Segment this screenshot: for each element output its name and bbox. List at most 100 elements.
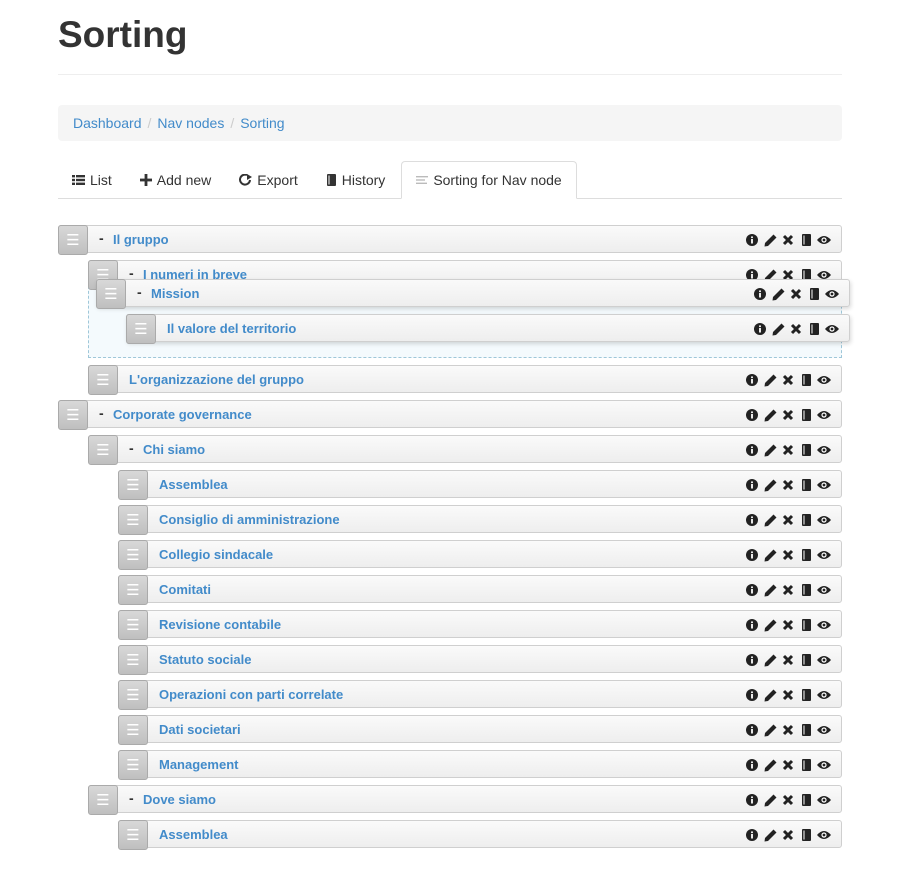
book-icon[interactable] — [799, 723, 813, 737]
edit-icon[interactable] — [763, 583, 777, 597]
edit-icon[interactable] — [771, 287, 785, 301]
info-icon[interactable] — [745, 443, 759, 457]
info-icon[interactable] — [745, 373, 759, 387]
delete-icon[interactable] — [781, 583, 795, 597]
book-icon[interactable] — [799, 793, 813, 807]
eye-icon[interactable] — [817, 723, 831, 737]
tab-list[interactable]: List — [58, 161, 126, 198]
edit-icon[interactable] — [763, 828, 777, 842]
tree-node-label[interactable]: L'organizzazione del gruppo — [129, 372, 304, 387]
drag-handle-icon[interactable]: ☰ — [118, 680, 148, 710]
delete-icon[interactable] — [781, 618, 795, 632]
eye-icon[interactable] — [825, 322, 839, 336]
breadcrumb-sorting[interactable]: Sorting — [240, 115, 284, 131]
eye-icon[interactable] — [817, 828, 831, 842]
tree-node[interactable]: ☰ Collegio sindacale — [118, 540, 842, 570]
edit-icon[interactable] — [763, 723, 777, 737]
book-icon[interactable] — [799, 443, 813, 457]
info-icon[interactable] — [745, 828, 759, 842]
eye-icon[interactable] — [817, 758, 831, 772]
eye-icon[interactable] — [817, 478, 831, 492]
edit-icon[interactable] — [763, 478, 777, 492]
edit-icon[interactable] — [763, 513, 777, 527]
info-icon[interactable] — [745, 408, 759, 422]
eye-icon[interactable] — [817, 653, 831, 667]
book-icon[interactable] — [807, 287, 821, 301]
drag-handle-icon[interactable]: ☰ — [126, 314, 156, 344]
tree-node[interactable]: ☰ Il valore del territorio — [126, 314, 850, 344]
delete-icon[interactable] — [781, 443, 795, 457]
delete-icon[interactable] — [781, 758, 795, 772]
edit-icon[interactable] — [763, 373, 777, 387]
delete-icon[interactable] — [781, 653, 795, 667]
book-icon[interactable] — [799, 688, 813, 702]
tree-node-label[interactable]: Operazioni con parti correlate — [159, 687, 343, 702]
delete-icon[interactable] — [781, 688, 795, 702]
tree-node[interactable]: ☰ - Mission — [96, 279, 850, 309]
drag-handle-icon[interactable]: ☰ — [118, 715, 148, 745]
edit-icon[interactable] — [763, 688, 777, 702]
book-icon[interactable] — [807, 322, 821, 336]
delete-icon[interactable] — [781, 408, 795, 422]
book-icon[interactable] — [799, 233, 813, 247]
edit-icon[interactable] — [763, 443, 777, 457]
edit-icon[interactable] — [771, 322, 785, 336]
info-icon[interactable] — [753, 287, 767, 301]
info-icon[interactable] — [745, 513, 759, 527]
edit-icon[interactable] — [763, 233, 777, 247]
info-icon[interactable] — [745, 233, 759, 247]
breadcrumb-dashboard[interactable]: Dashboard — [73, 115, 142, 131]
tree-node-label[interactable]: Chi siamo — [143, 442, 205, 457]
eye-icon[interactable] — [817, 793, 831, 807]
tree-node-label[interactable]: Corporate governance — [113, 407, 252, 422]
book-icon[interactable] — [799, 548, 813, 562]
tree-node[interactable]: ☰ Assemblea — [118, 820, 842, 850]
delete-icon[interactable] — [781, 513, 795, 527]
tree-node-label[interactable]: Mission — [151, 286, 199, 301]
edit-icon[interactable] — [763, 618, 777, 632]
tree-node-label[interactable]: Statuto sociale — [159, 652, 251, 667]
tree-node[interactable]: ☰ Operazioni con parti correlate — [118, 680, 842, 710]
info-icon[interactable] — [745, 758, 759, 772]
tree-node-label[interactable]: Consiglio di amministrazione — [159, 512, 340, 527]
book-icon[interactable] — [799, 373, 813, 387]
tree-node-label[interactable]: Il valore del territorio — [167, 321, 296, 336]
edit-icon[interactable] — [763, 653, 777, 667]
tree-node-label[interactable]: Il gruppo — [113, 232, 169, 247]
collapse-toggle[interactable]: - — [129, 440, 134, 456]
info-icon[interactable] — [745, 548, 759, 562]
delete-icon[interactable] — [781, 478, 795, 492]
eye-icon[interactable] — [817, 233, 831, 247]
collapse-toggle[interactable]: - — [99, 405, 104, 421]
info-icon[interactable] — [745, 618, 759, 632]
drag-handle-icon[interactable]: ☰ — [96, 279, 126, 309]
tree-node-label[interactable]: Assemblea — [159, 827, 228, 842]
book-icon[interactable] — [799, 618, 813, 632]
info-icon[interactable] — [745, 583, 759, 597]
book-icon[interactable] — [799, 408, 813, 422]
book-icon[interactable] — [799, 478, 813, 492]
eye-icon[interactable] — [817, 373, 831, 387]
drag-handle-icon[interactable]: ☰ — [118, 820, 148, 850]
tree-node[interactable]: ☰ Revisione contabile — [118, 610, 842, 640]
tree-node-label[interactable]: Comitati — [159, 582, 211, 597]
eye-icon[interactable] — [817, 513, 831, 527]
edit-icon[interactable] — [763, 548, 777, 562]
tree-node-label[interactable]: Dati societari — [159, 722, 241, 737]
eye-icon[interactable] — [817, 583, 831, 597]
tree-node-label[interactable]: Revisione contabile — [159, 617, 281, 632]
drag-handle-icon[interactable]: ☰ — [118, 610, 148, 640]
drag-handle-icon[interactable]: ☰ — [88, 785, 118, 815]
tree-node[interactable]: ☰ Assemblea — [118, 470, 842, 500]
tab-add-new[interactable]: Add new — [126, 161, 225, 198]
book-icon[interactable] — [799, 653, 813, 667]
delete-icon[interactable] — [781, 548, 795, 562]
tree-node[interactable]: ☰ L'organizzazione del gruppo — [88, 365, 842, 395]
tree-node[interactable]: ☰ - Dove siamo — [88, 785, 842, 815]
drag-handle-icon[interactable]: ☰ — [88, 365, 118, 395]
drag-handle-icon[interactable]: ☰ — [118, 505, 148, 535]
edit-icon[interactable] — [763, 408, 777, 422]
edit-icon[interactable] — [763, 793, 777, 807]
delete-icon[interactable] — [789, 322, 803, 336]
info-icon[interactable] — [745, 478, 759, 492]
